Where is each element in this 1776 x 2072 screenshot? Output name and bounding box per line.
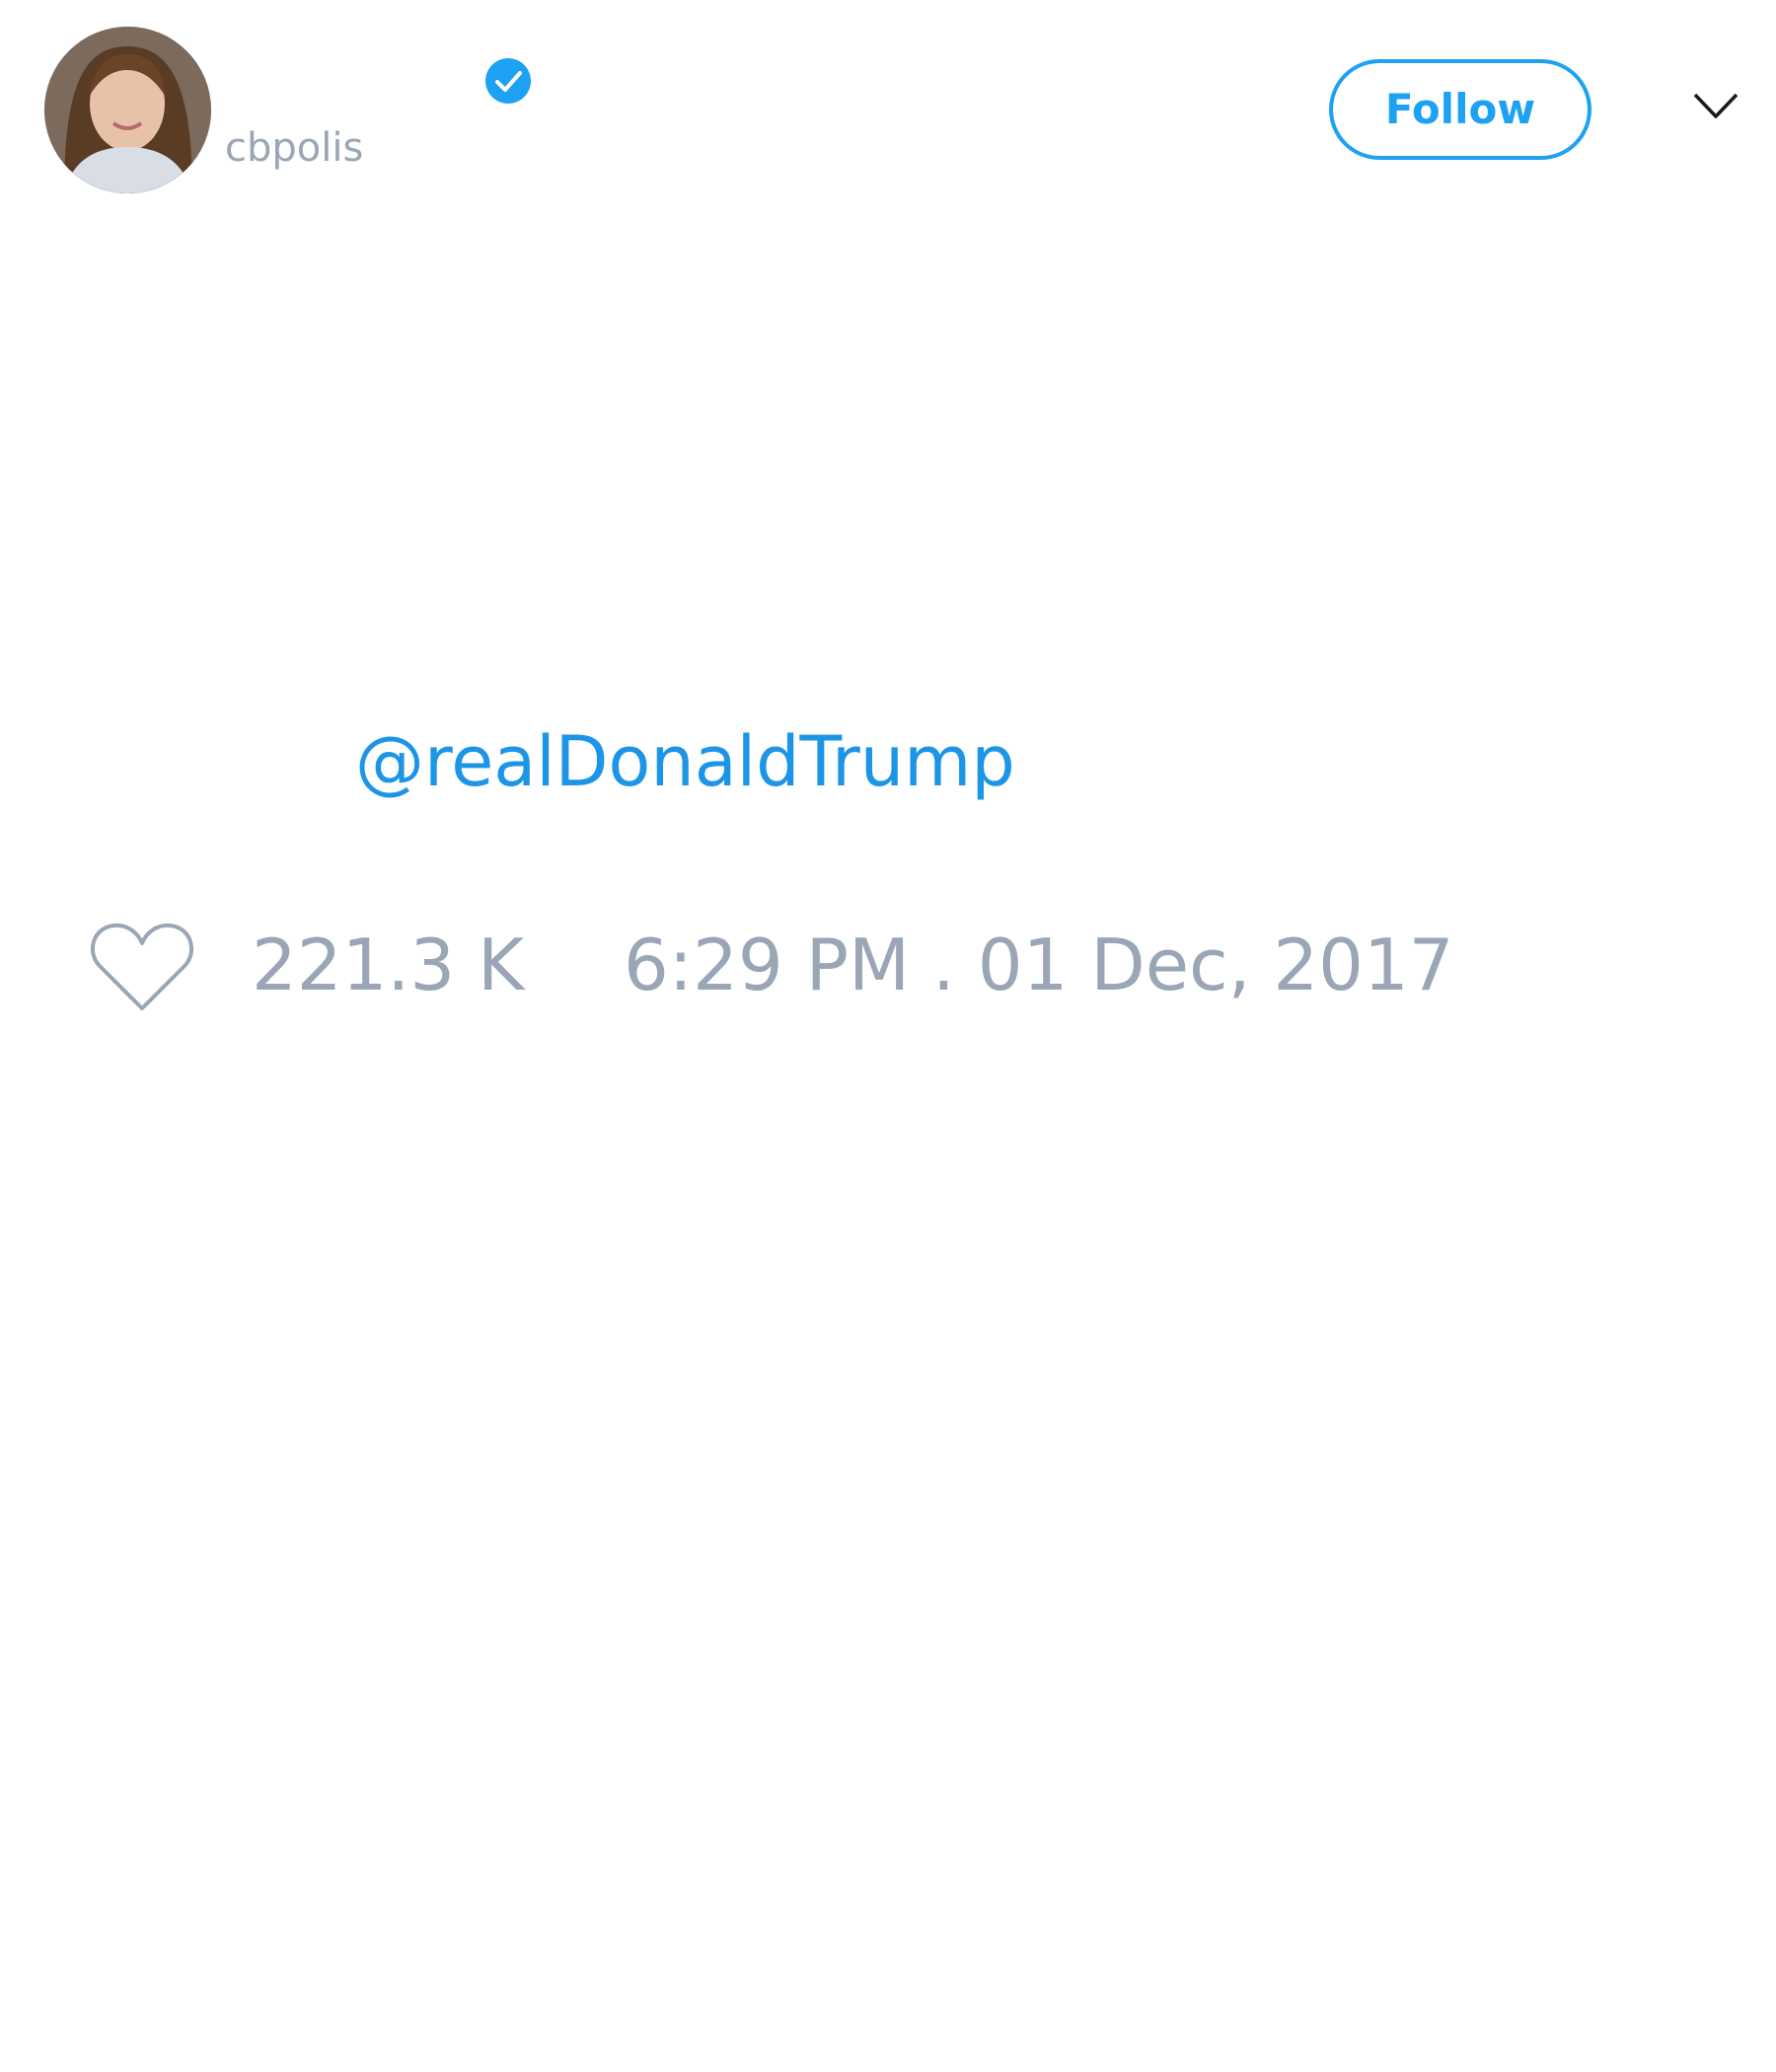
heart-outline-icon[interactable] — [89, 920, 195, 1014]
profile-photo — [44, 27, 211, 193]
timestamp[interactable]: 6:29 PM . 01 Dec, 2017 — [624, 923, 1454, 1007]
verified-badge-icon — [485, 58, 531, 104]
chevron-down-icon[interactable] — [1691, 89, 1740, 124]
avatar[interactable] — [44, 27, 211, 193]
like-count: 221.3 K — [252, 924, 525, 1006]
mention-link[interactable]: @realDonaldTrump — [355, 720, 1015, 803]
follow-button[interactable]: Follow — [1329, 59, 1591, 160]
user-handle[interactable]: cbpolis — [225, 124, 363, 172]
